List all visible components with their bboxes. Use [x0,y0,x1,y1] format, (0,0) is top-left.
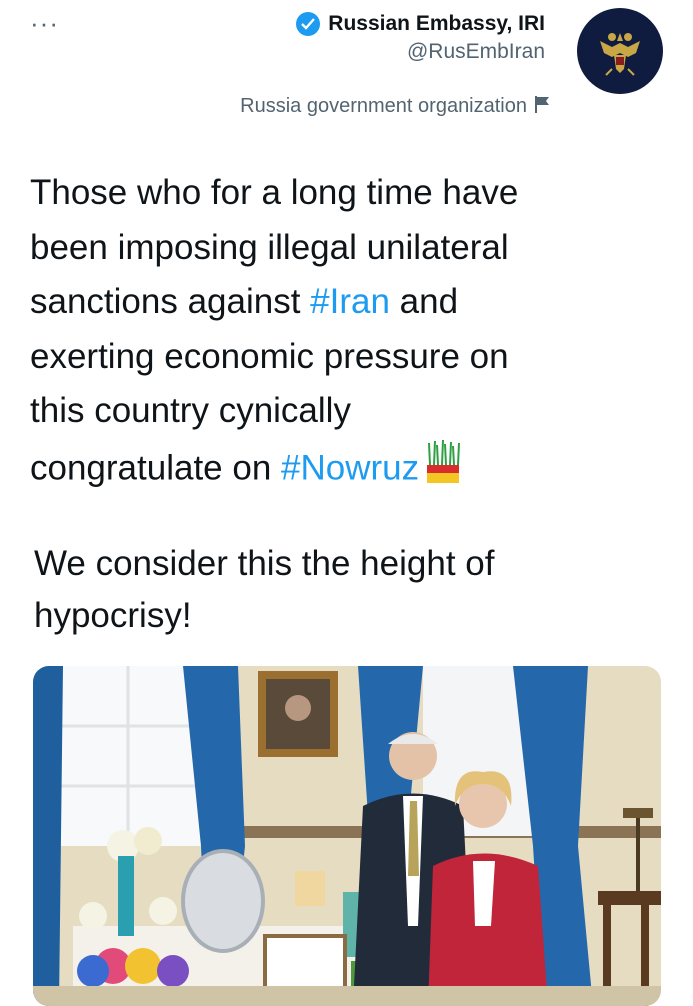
government-label-text: Russia government organization [240,95,527,117]
tweet-text: Those who for a long time have been impo… [30,166,660,501]
sabzeh-icon [425,439,461,502]
tweet-header: Russian Embassy, IRI @RusEmbIran [296,12,545,64]
tweet-text-paragraph-2: We consider this the height of hypocrisy… [34,538,664,642]
double-headed-eagle-icon [600,33,640,76]
flag-icon [533,94,553,119]
tweet-photo[interactable] [33,666,661,1006]
tweet-text-part: We consider this the height of hypocrisy… [34,544,495,635]
more-options-button[interactable]: ··· [30,8,59,39]
verified-badge-icon [296,12,321,36]
hashtag-iran-link[interactable]: #Iran [310,282,390,321]
handle[interactable]: @RusEmbIran [296,40,545,64]
hashtag-nowruz-link[interactable]: #Nowruz [281,448,419,487]
name-row: Russian Embassy, IRI [296,12,545,36]
display-name[interactable]: Russian Embassy, IRI [328,12,545,36]
avatar[interactable] [577,8,663,94]
photo-scene [33,666,661,1006]
account-label[interactable]: Russia government organization [240,94,553,119]
